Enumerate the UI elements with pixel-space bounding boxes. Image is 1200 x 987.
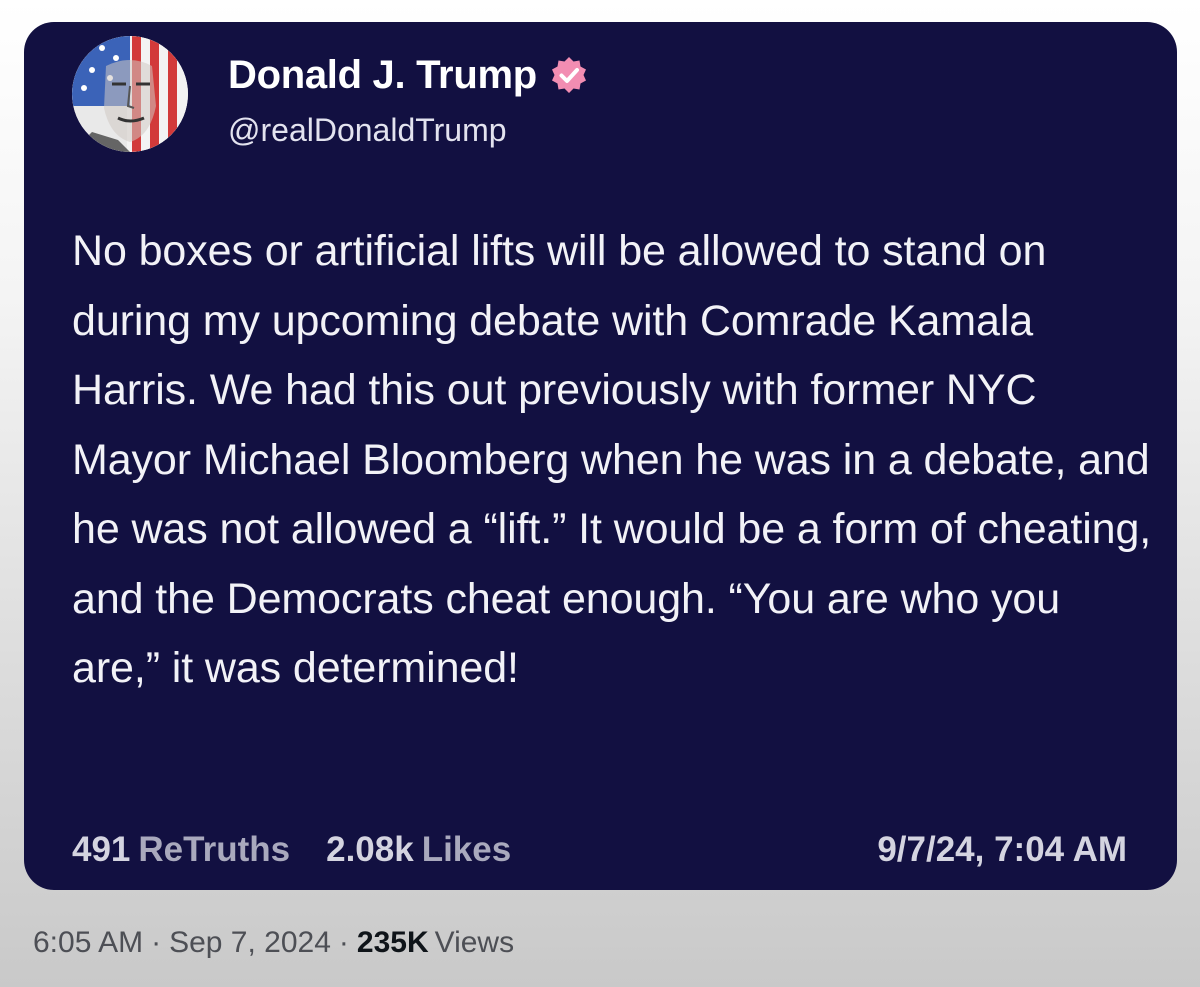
author-name-row: Donald J. Trump (228, 50, 589, 100)
post-card: Donald J. Trump @realDonaldTrump No boxe… (24, 22, 1177, 890)
retruths-label: ReTruths (138, 830, 291, 869)
tweet-time[interactable]: 6:05 AM (33, 926, 143, 959)
views-label: Views (434, 926, 515, 959)
post-timestamp[interactable]: 9/7/24, 7:04 AM (877, 830, 1127, 870)
retruths-count: 491 (72, 830, 131, 869)
post-body-text: No boxes or artificial lifts will be all… (72, 227, 1152, 692)
views-count[interactable]: 235K (357, 926, 429, 959)
post-stats: 491 ReTruths 2.08k Likes (72, 830, 511, 870)
author-handle[interactable]: @realDonaldTrump (228, 112, 507, 149)
tweet-date[interactable]: Sep 7, 2024 (169, 926, 331, 959)
likes-stat[interactable]: 2.08k Likes (326, 830, 511, 870)
likes-label: Likes (421, 830, 512, 869)
likes-count: 2.08k (326, 830, 414, 869)
retruths-stat[interactable]: 491 ReTruths (72, 830, 290, 870)
author-name[interactable]: Donald J. Trump (228, 53, 537, 98)
tweet-meta: 6:05 AM · Sep 7, 2024 · 235K Views (33, 926, 514, 960)
author-avatar[interactable] (72, 36, 188, 152)
avatar-portrait-icon (72, 36, 188, 152)
verified-badge-icon (549, 55, 589, 95)
meta-separator: · (151, 926, 162, 959)
meta-separator: · (338, 926, 349, 959)
